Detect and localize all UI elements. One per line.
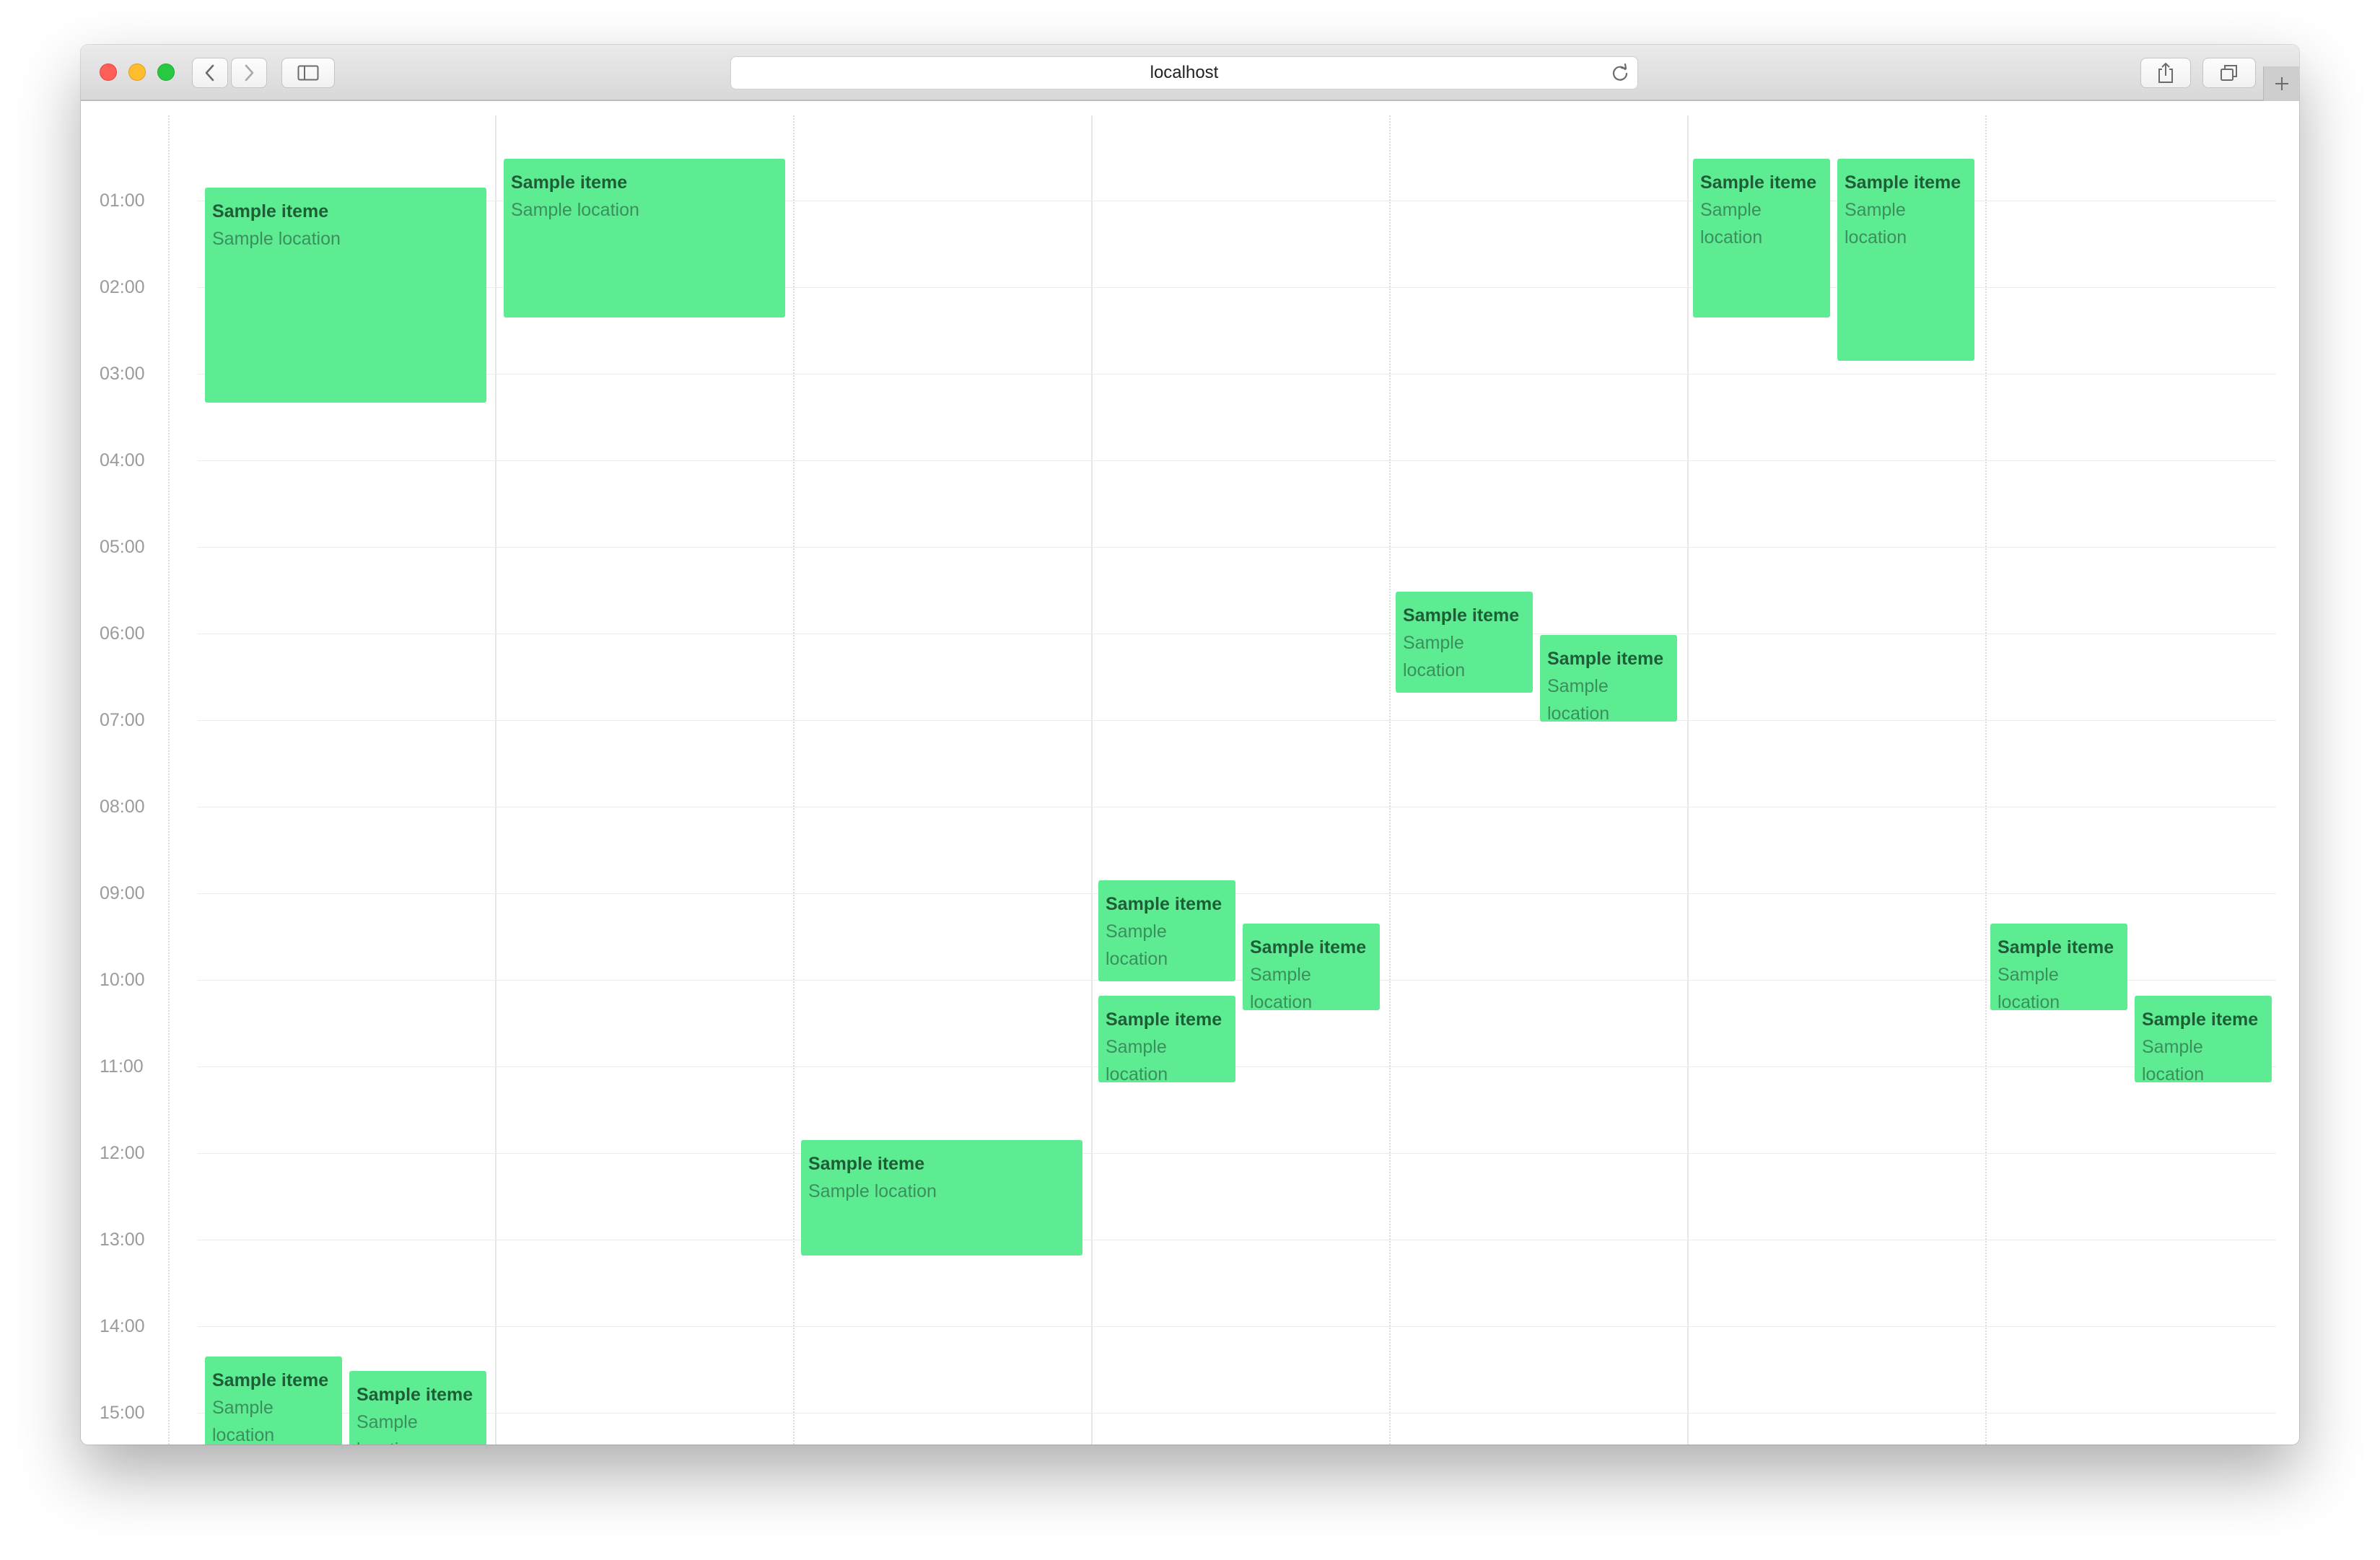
reload-icon[interactable] xyxy=(1610,63,1630,83)
hour-label: 15:00 xyxy=(100,1403,145,1423)
event-location: Sample location xyxy=(356,1412,419,1445)
calendar-event[interactable]: Sample iteme Sample location xyxy=(801,1140,1082,1256)
calendar-event[interactable]: Sample iteme Sample location xyxy=(1396,592,1533,693)
hour-label: 09:00 xyxy=(100,883,145,903)
event-title: Sample iteme xyxy=(1250,937,1367,958)
calendar-event[interactable]: Sample iteme Sample location xyxy=(1837,159,1974,361)
hour-label: 14:00 xyxy=(100,1316,145,1336)
event-title: Sample iteme xyxy=(1106,894,1222,914)
url-text: localhost xyxy=(1150,63,1219,82)
browser-toolbar: localhost xyxy=(81,45,2299,101)
calendar-event[interactable]: Sample iteme Sample location xyxy=(1540,635,1677,722)
calendar-event[interactable]: Sample iteme Sample location xyxy=(349,1371,486,1445)
sidebar-toggle-button[interactable] xyxy=(281,58,335,88)
hour-label: 12:00 xyxy=(100,1143,145,1163)
event-location: Sample location xyxy=(1998,965,2060,1010)
hour-label: 06:00 xyxy=(100,623,145,644)
calendar-event[interactable]: Sample iteme Sample location xyxy=(1098,996,1235,1082)
event-location: Sample location xyxy=(1403,633,1466,680)
event-location: Sample location xyxy=(2142,1037,2205,1082)
hour-line xyxy=(198,980,2276,981)
event-title: Sample iteme xyxy=(356,1385,473,1405)
browser-window: localhost 01:00 02:00 03:00 04:00 05:00 … xyxy=(81,45,2299,1445)
day-column-divider xyxy=(1389,115,1391,1445)
hour-label: 10:00 xyxy=(100,970,145,990)
calendar-event[interactable]: Sample iteme Sample location xyxy=(2135,996,2272,1082)
day-column-divider xyxy=(1985,115,1987,1445)
event-title: Sample iteme xyxy=(1700,172,1817,193)
forward-button[interactable] xyxy=(231,58,267,88)
hour-line xyxy=(198,547,2276,548)
share-icon xyxy=(2158,63,2173,83)
day-column-divider xyxy=(495,115,496,1445)
event-location: Sample location xyxy=(212,229,341,249)
calendar-event[interactable]: Sample iteme Sample location xyxy=(1990,924,2127,1010)
hour-line xyxy=(198,893,2276,894)
hour-label: 07:00 xyxy=(100,710,145,730)
hour-line xyxy=(198,720,2276,721)
calendar-event[interactable]: Sample iteme Sample location xyxy=(205,188,486,403)
event-title: Sample iteme xyxy=(2142,1009,2259,1030)
event-location: Sample location xyxy=(1547,676,1610,722)
maximize-window-button[interactable] xyxy=(157,63,175,81)
event-title: Sample iteme xyxy=(1106,1009,1222,1030)
hour-line xyxy=(198,1413,2276,1414)
event-location: Sample location xyxy=(808,1181,937,1201)
calendar-event[interactable]: Sample iteme Sample location xyxy=(1693,159,1830,317)
calendar-event[interactable]: Sample iteme Sample location xyxy=(504,159,785,317)
event-title: Sample iteme xyxy=(212,201,329,222)
day-column-divider xyxy=(793,115,795,1445)
calendar-event[interactable]: Sample iteme Sample location xyxy=(205,1357,342,1445)
hour-label: 04:00 xyxy=(100,450,145,470)
address-bar[interactable]: localhost xyxy=(730,56,1638,89)
day-column-divider xyxy=(1091,115,1093,1445)
hour-line xyxy=(198,1326,2276,1327)
event-location: Sample location xyxy=(1106,921,1168,969)
chevron-right-icon xyxy=(245,64,254,82)
event-location: Sample location xyxy=(511,200,639,220)
tab-overview-button[interactable] xyxy=(2202,58,2256,88)
event-title: Sample iteme xyxy=(1998,937,2114,958)
calendar-event[interactable]: Sample iteme Sample location xyxy=(1243,924,1380,1010)
hour-label: 13:00 xyxy=(100,1230,145,1250)
event-title: Sample iteme xyxy=(1547,649,1664,669)
tabs-icon xyxy=(2221,65,2237,81)
close-window-button[interactable] xyxy=(100,63,117,81)
event-title: Sample iteme xyxy=(212,1370,329,1390)
hour-line xyxy=(198,1153,2276,1154)
plus-icon xyxy=(2275,77,2288,90)
chevron-left-icon xyxy=(205,64,214,82)
event-title: Sample iteme xyxy=(1845,172,1961,193)
day-column-divider xyxy=(1687,115,1689,1445)
event-title: Sample iteme xyxy=(511,172,628,193)
event-title: Sample iteme xyxy=(1403,605,1520,626)
hour-label: 11:00 xyxy=(100,1056,144,1077)
event-location: Sample location xyxy=(1106,1037,1168,1082)
time-gutter-divider xyxy=(168,115,170,1445)
hour-label: 05:00 xyxy=(100,537,145,557)
event-title: Sample iteme xyxy=(808,1154,925,1174)
hour-label: 03:00 xyxy=(100,364,145,384)
calendar-week-view: 01:00 02:00 03:00 04:00 05:00 06:00 07:0… xyxy=(81,101,2299,1445)
calendar-event[interactable]: Sample iteme Sample location xyxy=(1098,880,1235,981)
new-tab-button[interactable] xyxy=(2263,66,2299,101)
hour-label: 08:00 xyxy=(100,797,145,817)
share-button[interactable] xyxy=(2140,58,2191,88)
hour-label: 02:00 xyxy=(100,277,145,297)
hour-line xyxy=(198,1066,2276,1067)
sidebar-icon xyxy=(297,65,319,81)
hour-label: 01:00 xyxy=(100,190,145,211)
back-button[interactable] xyxy=(192,58,228,88)
event-location: Sample location xyxy=(1700,200,1763,247)
event-location: Sample location xyxy=(212,1398,275,1445)
event-location: Sample location xyxy=(1845,200,1907,247)
hour-line xyxy=(198,460,2276,461)
minimize-window-button[interactable] xyxy=(128,63,146,81)
event-location: Sample location xyxy=(1250,965,1313,1010)
